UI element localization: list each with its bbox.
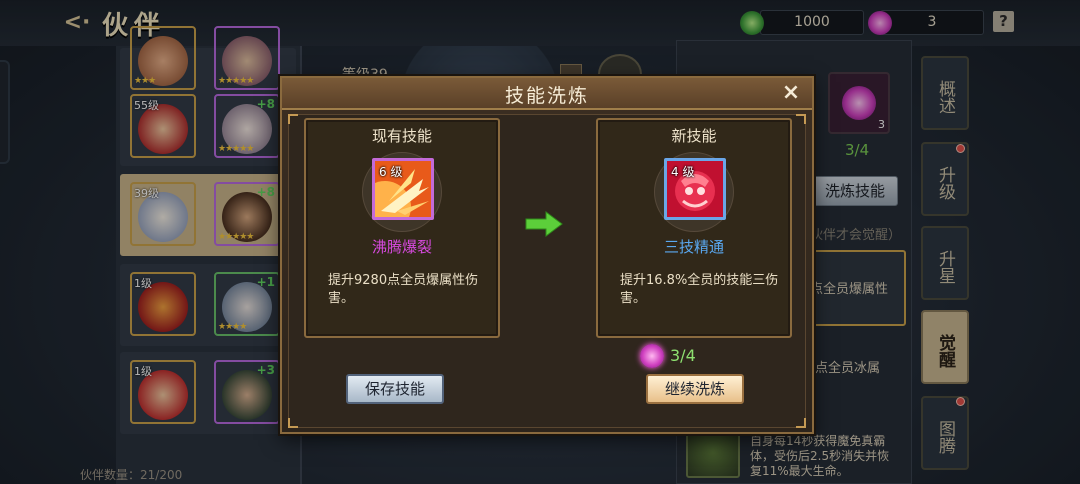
corner-ornament — [288, 418, 298, 428]
refine-cost: 3/4 — [670, 346, 696, 365]
corner-ornament — [288, 114, 298, 124]
save-skill-button[interactable]: 保存技能 — [346, 374, 444, 404]
close-button[interactable]: × — [778, 80, 804, 106]
corner-ornament — [796, 418, 806, 428]
continue-refine-button[interactable]: 继续洗炼 — [646, 374, 744, 404]
new-skill-name: 三技精通 — [663, 238, 724, 256]
arrow-right-icon — [524, 210, 564, 238]
current-skill-heading: 现有技能 — [371, 127, 432, 145]
new-skill-panel: 新技能 4 级 三技精通 提升16.8%全员的技能三伤害。 — [596, 118, 792, 338]
current-skill-name: 沸腾爆裂 — [371, 238, 432, 256]
new-skill-desc: 提升16.8%全员的技能三伤害。 — [620, 273, 779, 306]
corner-ornament — [796, 114, 806, 124]
burst-skill-icon: 6 级 — [372, 158, 434, 220]
current-skill-panel: 现有技能 6 级 沸腾爆裂 提升9280点全员爆属性伤害。 — [304, 118, 500, 338]
new-skill-heading: 新技能 — [671, 127, 717, 145]
skill-level: 4 级 — [671, 165, 695, 179]
purple-orb-icon — [640, 344, 664, 368]
skill-level: 6 级 — [379, 165, 403, 179]
mastery-skill-icon: 4 级 — [664, 158, 726, 220]
current-skill-desc: 提升9280点全员爆属性伤害。 — [328, 273, 479, 306]
dialog-title: 技能洗炼 — [504, 85, 589, 107]
skill-refine-dialog: 技能洗炼 × 现有技能 6 级 沸腾爆裂 提升9280点全员爆属性伤害。 新技能… — [280, 76, 814, 434]
